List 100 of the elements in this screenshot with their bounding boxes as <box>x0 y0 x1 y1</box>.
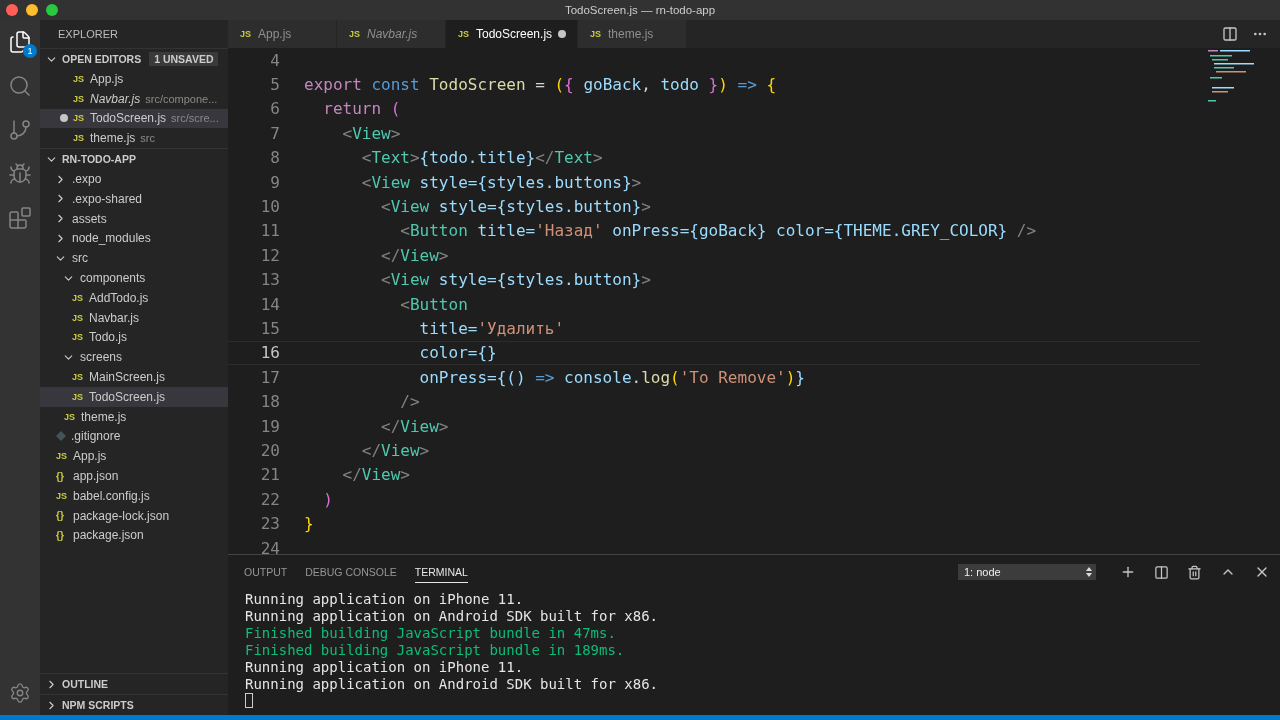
line-number: 23 <box>259 514 280 534</box>
line-number: 22 <box>259 489 280 509</box>
file-item[interactable]: JS theme.js <box>40 406 228 427</box>
file-item[interactable]: {} app.json <box>40 466 228 486</box>
code-line: return ( <box>322 99 401 119</box>
close-window-icon[interactable] <box>6 4 18 16</box>
file-path: src <box>140 132 156 145</box>
minimize-window-icon[interactable] <box>26 4 38 16</box>
line-number: 24 <box>259 538 280 554</box>
file-item[interactable]: JS TodoScreen.js <box>40 386 228 407</box>
maximize-window-icon[interactable] <box>46 4 58 16</box>
terminal-line: Finished building JavaScript bundle in 47ms. <box>245 625 617 642</box>
file-path: src/compone... <box>145 92 218 105</box>
line-number: 7 <box>269 123 280 143</box>
js-file-icon: JS <box>73 93 85 104</box>
line-number: 15 <box>259 319 280 338</box>
code-line: export const TodoScreen = ({ goBack, todo }) => { <box>304 75 777 95</box>
file-item[interactable]: JS Todo.js <box>40 327 228 348</box>
file-item[interactable]: JS MainScreen.js <box>40 367 228 387</box>
line-number: 21 <box>259 465 280 485</box>
file-item[interactable]: JS Navbar.js <box>40 307 228 328</box>
file-item[interactable]: JS babel.config.js <box>40 485 228 506</box>
folder-item[interactable]: components <box>40 268 228 288</box>
code-line: color={} <box>418 343 497 363</box>
code-line: /> <box>399 392 420 412</box>
js-file-icon: JS <box>72 372 84 383</box>
explorer-button[interactable]: 1 <box>6 28 34 56</box>
open-editor-item[interactable]: JS TodoScreen.js src/scre... <box>40 108 228 129</box>
js-file-icon: JS <box>73 113 85 124</box>
folder-item[interactable]: screens <box>40 347 228 368</box>
js-file-icon: JS <box>73 73 85 84</box>
split-editor-icon[interactable] <box>1222 26 1238 42</box>
diamond-icon <box>56 431 66 442</box>
file-item[interactable]: JS AddTodo.js <box>40 287 228 308</box>
unsaved-count-badge: 1 UNSAVED <box>149 52 219 66</box>
code-line: </View> <box>380 245 449 265</box>
line-number: 5 <box>269 75 280 95</box>
code-line: <Text>{todo.title}</Text> <box>360 148 603 168</box>
line-number: 10 <box>259 197 280 217</box>
terminal-cursor <box>245 693 253 708</box>
terminal-line: Running application on Android SDK built for x86. <box>245 676 659 693</box>
code-line: <Button title='Назад' onPress={goBack} color={THEME.GREY_COLOR} /> <box>399 221 1037 241</box>
folder-item[interactable]: src <box>40 248 228 269</box>
file-path: src/scre... <box>171 112 219 125</box>
select-arrows-icon <box>1086 567 1092 577</box>
terminal-line: Running application on iPhone 11. <box>245 659 525 676</box>
line-number: 9 <box>269 172 280 192</box>
js-file-icon: JS <box>72 332 84 343</box>
line-number: 14 <box>259 294 280 314</box>
panel-tab[interactable]: DEBUG CONSOLE <box>305 561 397 583</box>
js-file-icon: JS <box>72 391 84 402</box>
editor-tab[interactable]: JS TodoScreen.js <box>446 20 578 48</box>
new-terminal-icon[interactable] <box>1120 564 1136 580</box>
code-line: </View> <box>380 416 449 436</box>
line-number: 11 <box>259 221 280 241</box>
js-file-icon: JS <box>458 29 470 39</box>
js-file-icon: JS <box>72 292 84 303</box>
file-item[interactable]: JS App.js <box>40 446 228 467</box>
code-line: </View> <box>341 465 410 485</box>
folder-item[interactable]: .expo-shared <box>40 189 228 209</box>
line-number: 6 <box>269 99 280 119</box>
json-file-icon: {} <box>56 470 68 482</box>
js-file-icon: JS <box>72 312 84 323</box>
extensions-button[interactable] <box>6 204 34 232</box>
js-file-icon: JS <box>56 451 68 462</box>
open-editor-item[interactable]: JS Navbar.js src/compone... <box>40 88 228 109</box>
code-line: onPress={() => console.log('To Remove')} <box>418 367 805 387</box>
notification-badge: 1 <box>23 44 37 58</box>
terminal-line: Finished building JavaScript bundle in 189ms. <box>245 642 626 659</box>
code-line: title='Удалить' <box>418 319 565 338</box>
editor-tab[interactable]: JS theme.js <box>578 20 687 48</box>
file-item[interactable]: .gitignore <box>40 426 228 447</box>
terminal-line: Running application on Android SDK built for x86. <box>245 608 659 625</box>
terminal-select[interactable]: 1: node <box>958 564 1096 580</box>
line-number: 19 <box>259 416 280 436</box>
terminal-line: Running application on iPhone 11. <box>245 591 525 608</box>
section-header[interactable]: OPEN EDITORS 1 UNSAVED <box>40 48 228 69</box>
folder-item[interactable]: .expo <box>40 169 228 189</box>
file-item[interactable]: {} package-lock.json <box>40 505 228 526</box>
code-line: <View style={styles.button}> <box>380 197 651 217</box>
trash-icon[interactable] <box>1187 564 1202 580</box>
panel-tab[interactable]: OUTPUT <box>244 561 288 583</box>
file-item[interactable]: {} package.json <box>40 525 228 546</box>
folder-item[interactable]: node_modules <box>40 228 228 249</box>
section-header[interactable]: RN-TODO-APP <box>40 148 228 170</box>
editor-tab[interactable]: JS App.js <box>228 20 337 48</box>
split-terminal-icon[interactable] <box>1154 564 1169 580</box>
line-number: 4 <box>269 50 280 70</box>
open-editor-item[interactable]: JS theme.js src <box>40 128 228 149</box>
open-editor-item[interactable]: JS App.js <box>40 69 228 89</box>
section-header[interactable]: OUTLINE <box>40 673 228 694</box>
line-number: 13 <box>259 270 280 290</box>
panel-tab[interactable]: TERMINAL <box>414 561 468 583</box>
line-number: 18 <box>259 392 280 412</box>
sidebar-title: EXPLORER <box>57 27 119 42</box>
line-number: 12 <box>259 245 280 265</box>
folder-item[interactable]: assets <box>40 208 228 229</box>
window-title: TodoScreen.js — rn-todo-app <box>564 4 716 16</box>
line-number: 8 <box>269 148 280 168</box>
editor-tab[interactable]: JS Navbar.js <box>337 20 446 48</box>
